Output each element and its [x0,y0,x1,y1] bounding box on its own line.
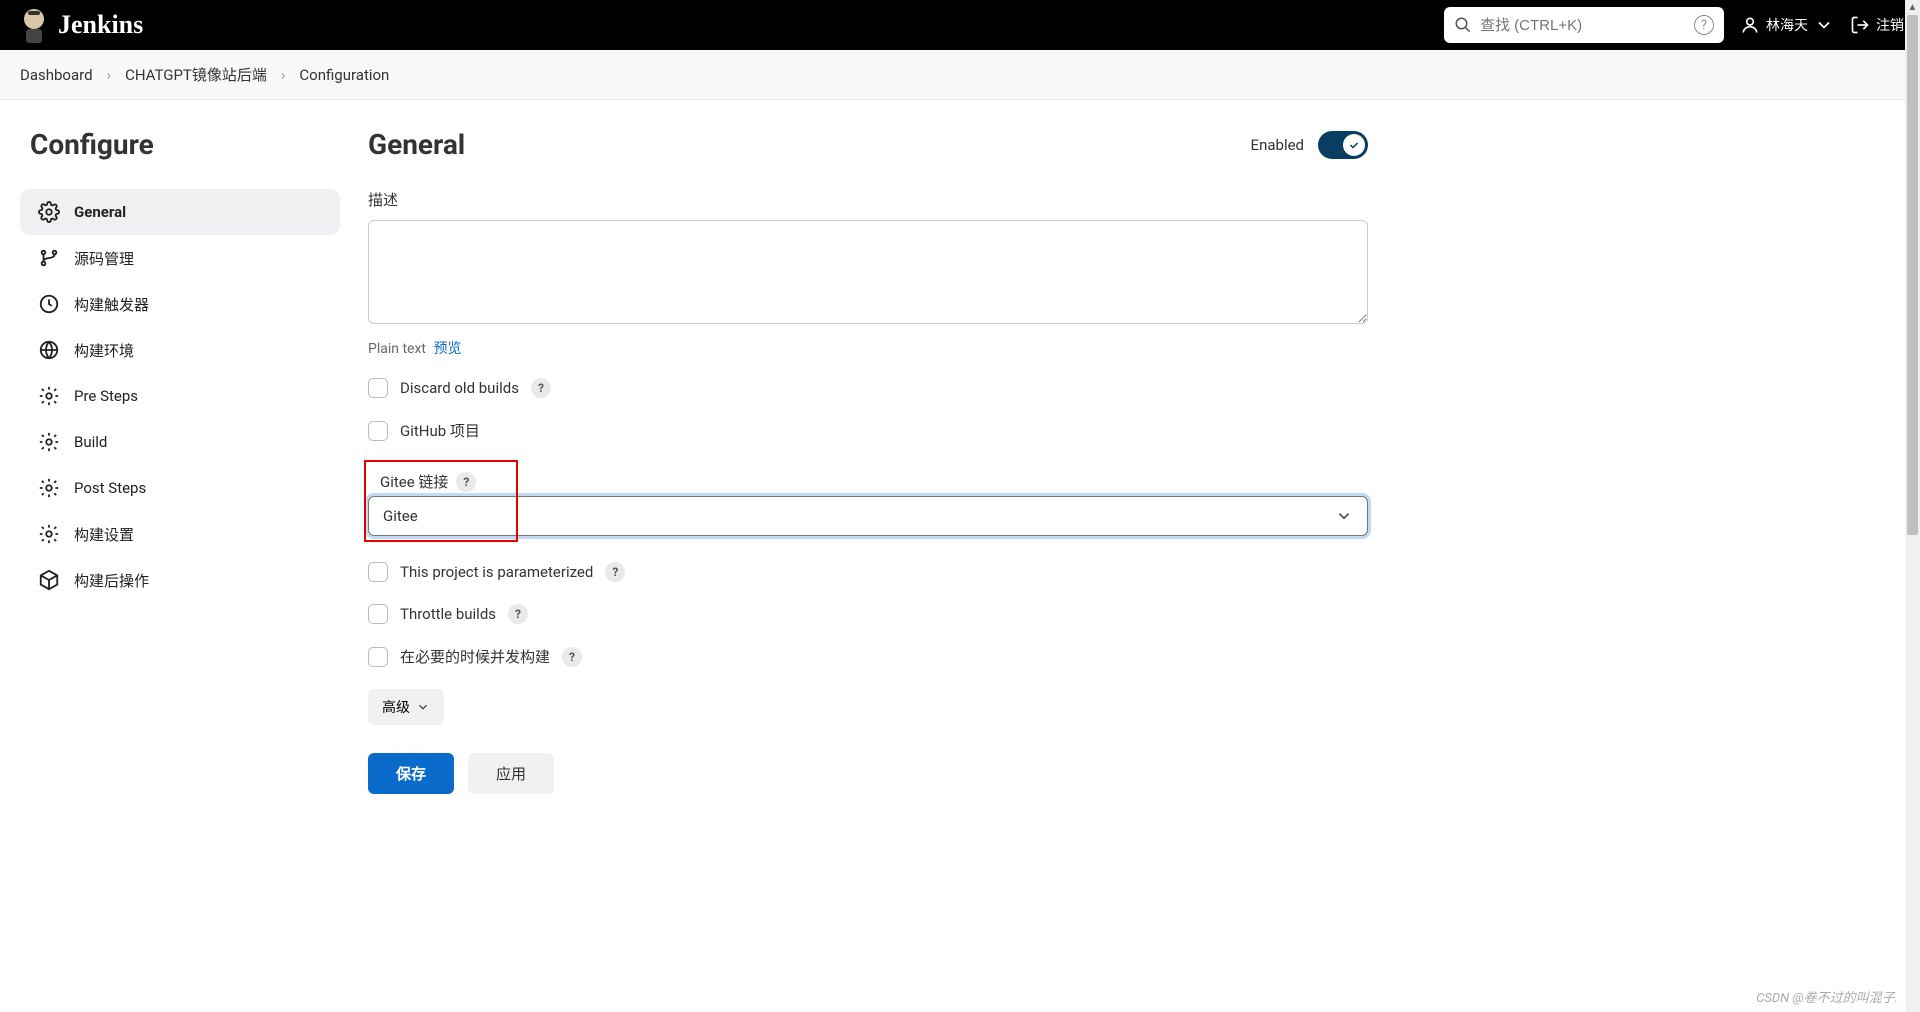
branch-icon [38,247,60,269]
sidebar-item-label: 构建后操作 [74,570,149,591]
sidebar-item-label: 构建触发器 [74,294,149,315]
option-throttle-builds[interactable]: Throttle builds ? [368,604,1368,624]
sidebar-item-label: 构建环境 [74,340,134,361]
description-input[interactable] [368,220,1368,324]
logout-button[interactable]: 注销 [1850,15,1904,35]
jenkins-mascot-icon [16,5,52,45]
checkbox-label: Discard old builds [400,379,519,397]
toggle-knob [1343,134,1365,156]
search-input[interactable] [1444,7,1724,43]
help-icon[interactable]: ? [531,378,551,398]
chevron-down-icon [416,700,430,714]
gitee-select-value: Gitee [383,507,418,525]
checkbox-label: This project is parameterized [400,563,593,581]
sidebar-item-triggers[interactable]: 构建触发器 [20,281,340,327]
help-icon[interactable]: ? [605,562,625,582]
page-title: General [368,128,465,161]
breadcrumb-item[interactable]: Dashboard [20,66,93,84]
chevron-down-icon [1335,507,1353,525]
scroll-up-icon[interactable]: ▲ [1905,0,1920,15]
sidebar-title: Configure [20,128,340,161]
checkbox-label: 在必要的时候并发构建 [400,646,550,667]
checkbox[interactable] [368,604,388,624]
chevron-down-icon [1814,15,1834,35]
sidebar-item-post-steps[interactable]: Post Steps [20,465,340,511]
option-discard-old-builds[interactable]: Discard old builds ? [368,378,1368,398]
enabled-label: Enabled [1251,136,1304,154]
advanced-label: 高级 [382,697,410,717]
description-format: Plain text [368,341,426,357]
package-icon [38,569,60,591]
save-button[interactable]: 保存 [368,753,454,794]
breadcrumb-item[interactable]: Configuration [299,66,389,84]
gear-icon [38,201,60,223]
search-wrap: ? [1444,7,1724,43]
user-name: 林海天 [1766,15,1808,35]
gitee-link-block: Gitee 链接 ? Gitee [368,463,1368,536]
apply-button[interactable]: 应用 [468,753,554,794]
sidebar-item-scm[interactable]: 源码管理 [20,235,340,281]
brand-name: Jenkins [58,10,143,40]
sidebar-item-label: 源码管理 [74,248,134,269]
checkbox[interactable] [368,378,388,398]
help-icon[interactable]: ? [508,604,528,624]
help-icon[interactable]: ? [562,647,582,667]
preview-link[interactable]: 预览 [433,341,461,357]
breadcrumb: Dashboard › CHATGPT镜像站后端 › Configuration [0,50,1920,100]
sidebar-item-environment[interactable]: 构建环境 [20,327,340,373]
checkbox-label: GitHub 项目 [400,420,480,441]
vertical-scrollbar[interactable]: ▲ [1905,0,1920,1012]
check-icon [1348,139,1360,151]
sidebar-item-label: Pre Steps [74,387,138,405]
sidebar-item-label: Build [74,433,107,451]
search-icon [1454,16,1472,34]
gear-icon [38,431,60,453]
description-label: 描述 [368,189,1368,210]
gear-icon [38,523,60,545]
watermark: CSDN @卷不过的叫混子. [1756,987,1898,1006]
gitee-select[interactable]: Gitee [368,496,1368,536]
main-content: General Enabled 描述 Plain text 预览 Discard… [368,128,1368,814]
breadcrumb-item[interactable]: CHATGPT镜像站后端 [125,64,267,85]
sidebar-item-label: General [74,203,126,221]
globe-icon [38,339,60,361]
enabled-toggle[interactable] [1318,131,1368,159]
sidebar: Configure General 源码管理 构建触发器 构建环境 Pre St… [20,128,340,814]
option-parameterized[interactable]: This project is parameterized ? [368,562,1368,582]
logout-icon [1850,15,1870,35]
checkbox[interactable] [368,647,388,667]
search-help-icon[interactable]: ? [1694,15,1714,35]
logo[interactable]: Jenkins [16,5,143,45]
help-icon[interactable]: ? [456,472,476,492]
advanced-button[interactable]: 高级 [368,689,444,725]
sidebar-item-build[interactable]: Build [20,419,340,465]
topbar: Jenkins ? 林海天 注销 [0,0,1920,50]
checkbox[interactable] [368,421,388,441]
logout-label: 注销 [1876,15,1904,35]
sidebar-item-label: 构建设置 [74,524,134,545]
option-concurrent-builds[interactable]: 在必要的时候并发构建 ? [368,646,1368,667]
option-github-project[interactable]: GitHub 项目 [368,420,1368,441]
checkbox-label: Throttle builds [400,605,496,623]
sidebar-item-build-settings[interactable]: 构建设置 [20,511,340,557]
checkbox[interactable] [368,562,388,582]
clock-icon [38,293,60,315]
gear-icon [38,385,60,407]
sidebar-item-post-build[interactable]: 构建后操作 [20,557,340,603]
sidebar-item-pre-steps[interactable]: Pre Steps [20,373,340,419]
chevron-right-icon: › [281,66,286,84]
gitee-link-label: Gitee 链接 [380,471,448,492]
scrollbar-thumb[interactable] [1907,15,1918,535]
sidebar-item-general[interactable]: General [20,189,340,235]
chevron-right-icon: › [107,66,112,84]
user-icon [1740,15,1760,35]
sidebar-item-label: Post Steps [74,479,146,497]
gear-icon [38,477,60,499]
user-menu[interactable]: 林海天 [1740,15,1834,35]
